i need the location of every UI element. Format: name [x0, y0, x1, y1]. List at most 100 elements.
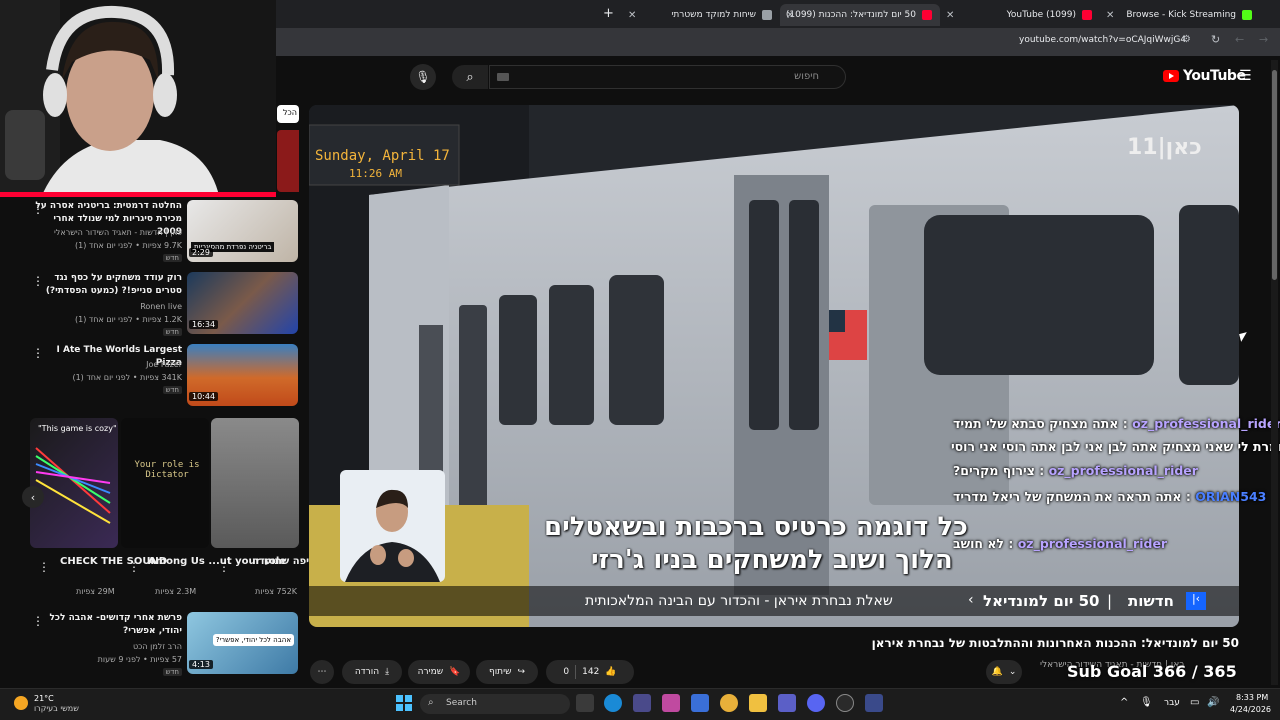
related-video-item[interactable]: בריטניה נפרדת מהסיגריות 2:29 ⋮ החלטה דרמ…	[0, 200, 300, 264]
webcam-image	[0, 0, 276, 197]
close-icon[interactable]: ✕	[946, 10, 954, 21]
ticker-label: חדשות	[1128, 592, 1174, 610]
more-icon: ⋯	[317, 667, 327, 677]
new-badge: חדש	[162, 254, 182, 262]
like-count[interactable]: 142	[582, 667, 599, 677]
share-icon: ↪	[517, 667, 526, 677]
video-meta: 57 צפיות • לפני 9 שעות	[97, 655, 182, 664]
video-thumbnail[interactable]	[277, 130, 299, 192]
subscribe-bell-button[interactable]: 🔔 ⌄	[986, 660, 1022, 684]
new-badge: חדש	[162, 668, 182, 676]
related-video-item[interactable]: 10:44 ⋮ I Ate The Worlds Largest Pizza J…	[0, 344, 300, 408]
file-explorer-icon[interactable]	[749, 694, 767, 712]
tab-police-calls[interactable]: שיחות למוקד משטרתי ✕	[622, 4, 780, 26]
youtube-logo[interactable]: YouTube	[1163, 68, 1246, 84]
video-title[interactable]: רוק עודד משחקים על כסף נגד סטרים סנייפ!?…	[32, 272, 182, 298]
youtube-play-icon	[1163, 70, 1179, 82]
keyboard-icon[interactable]	[497, 73, 509, 81]
discord-icon[interactable]	[807, 694, 825, 712]
weather-text[interactable]: שמשי בעיקרו	[34, 704, 79, 713]
short-thumb-graphic	[35, 447, 111, 524]
mic-icon[interactable]: 🎙	[1140, 697, 1153, 708]
download-button[interactable]: הורדה ⤓	[342, 660, 402, 684]
tune-icon[interactable]: ⚙	[1182, 34, 1191, 45]
forward-icon[interactable]: →	[1259, 33, 1268, 46]
share-button[interactable]: שיתוף ↪	[476, 660, 538, 684]
related-video-item[interactable]: 16:34 ⋮ רוק עודד משחקים על כסף נגד סטרים…	[0, 272, 300, 336]
weather-temp[interactable]: 21°C	[34, 694, 54, 703]
teams-icon[interactable]	[778, 694, 796, 712]
short-thumb-text: Your role is Dictator	[134, 460, 200, 480]
clock-time[interactable]: 8:33 PM	[1236, 693, 1268, 702]
clock-date[interactable]: 4/24/2026	[1230, 705, 1271, 714]
video-meta: 9.7K צפיות • לפני יום אחד (1)	[74, 241, 182, 250]
short-thumbnail[interactable]: "This game is cozy"	[30, 418, 118, 548]
more-options-icon[interactable]: ⋮	[128, 560, 140, 574]
channel-name[interactable]: Ronen live	[22, 302, 182, 311]
language-indicator[interactable]: עבר	[1164, 698, 1180, 708]
network-icon[interactable]: ▭	[1190, 697, 1199, 708]
save-button[interactable]: שמירה 🔖	[408, 660, 470, 684]
chrome-icon[interactable]	[720, 694, 738, 712]
sign-language-interpreter	[340, 470, 445, 582]
voice-search-button[interactable]: 🎙	[410, 64, 436, 90]
close-icon[interactable]: ✕	[628, 10, 636, 21]
search-button[interactable]: ⌕	[452, 65, 488, 89]
dislike-count[interactable]: 0	[563, 667, 569, 677]
taskbar-search[interactable]: Search	[420, 694, 570, 714]
video-title[interactable]: פרשת אחרי קדושים- אהבה לכל יהודי, אפשרי?	[32, 612, 182, 638]
obs-icon[interactable]	[836, 694, 854, 712]
hamburger-menu-icon[interactable]: ☰	[1239, 68, 1252, 84]
tab-youtube[interactable]: (1099) YouTube ✕	[940, 4, 1100, 26]
weather-icon[interactable]	[14, 696, 28, 710]
task-view-icon[interactable]	[576, 694, 594, 712]
volume-icon[interactable]: 🔊	[1207, 697, 1219, 708]
video-meta: 1.2K צפיות • לפני יום אחד (1)	[74, 315, 182, 324]
streamer-webcam	[0, 0, 276, 197]
youtube-icon	[922, 10, 932, 20]
copilot-icon[interactable]	[662, 694, 680, 712]
more-options-icon[interactable]: ⋮	[218, 560, 230, 574]
short-thumbnail[interactable]	[211, 418, 299, 548]
chevron-icon: ‹	[968, 592, 974, 608]
station-sign-text: Sunday, April 17	[315, 148, 450, 164]
kick-icon	[1242, 10, 1252, 20]
shelf-prev-button[interactable]: ‹	[22, 486, 44, 508]
url-field[interactable]: youtube.com/watch?v=oCAJqiWwjG4	[1019, 35, 1186, 45]
chat-message: oz_professional_rider : אתה מצחיק סבתא ש…	[953, 416, 1280, 431]
scrollbar-thumb[interactable]	[1272, 70, 1277, 280]
chevron-down-icon: ⌄	[1008, 667, 1017, 677]
duration-badge: 10:44	[189, 392, 219, 401]
windows-start-icon[interactable]	[396, 695, 412, 711]
reload-icon[interactable]: ↻	[1211, 33, 1220, 46]
close-icon[interactable]: ✕	[786, 10, 794, 21]
tab-kick[interactable]: Browse - Kick Streaming ✕	[1100, 4, 1260, 26]
tab-current-video[interactable]: 50 יום למונדיאל: ההכנות (1099) ✕	[780, 4, 940, 26]
new-tab-button[interactable]: +	[603, 6, 614, 21]
close-icon[interactable]: ✕	[1106, 10, 1114, 21]
back-icon[interactable]: ←	[1235, 33, 1244, 46]
edge-icon[interactable]	[604, 694, 622, 712]
channel-name[interactable]: כאן | חדשות - תאגיד השידור הישראלי	[22, 228, 182, 237]
more-actions-button[interactable]: ⋯	[310, 660, 334, 684]
channel-name[interactable]: Joe Fazer	[22, 360, 182, 369]
chat-username: oz_professional_rider	[1132, 416, 1280, 431]
short-views: 29M צפיות	[76, 587, 115, 596]
short-thumbnail[interactable]: Your role is Dictator	[121, 418, 209, 548]
video-meta: 341K צפיות • לפני יום אחד (1)	[72, 373, 182, 382]
app-icon[interactable]	[691, 694, 709, 712]
ticker-bold: 50 יום למונדיאל	[983, 592, 1100, 610]
chip-all[interactable]: הכל	[277, 105, 299, 123]
new-badge: חדש	[162, 328, 182, 336]
short-views: 752K צפיות	[255, 587, 298, 596]
tray-chevron-icon[interactable]: ^	[1120, 697, 1128, 708]
duration-badge: 2:29	[189, 248, 213, 257]
more-options-icon[interactable]: ⋮	[38, 560, 50, 574]
chat-text: אתה מצחיק סבתא שלי תמיד	[953, 416, 1119, 431]
related-video-item[interactable]: אהבה לכל יהודי, אפשרי? 4:13 ⋮ פרשת אחרי …	[0, 612, 300, 676]
like-dislike-button[interactable]: 0 142 👍	[546, 660, 634, 684]
channel-name[interactable]: הרב זלמן הכט	[22, 642, 182, 651]
search-input[interactable]: חיפוש	[489, 65, 846, 89]
store-icon[interactable]	[633, 694, 651, 712]
app-icon[interactable]	[865, 694, 883, 712]
